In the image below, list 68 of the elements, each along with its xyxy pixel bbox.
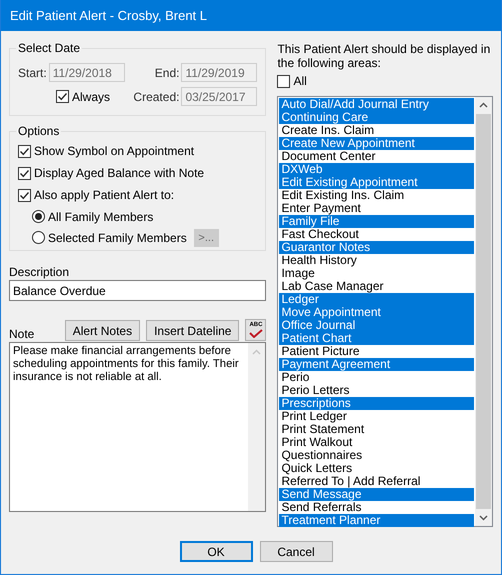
list-item[interactable]: Patient Chart (279, 332, 474, 345)
list-item[interactable]: Fast Checkout (279, 228, 474, 241)
list-item[interactable]: Health History (279, 254, 474, 267)
scroll-down-icon[interactable] (479, 515, 488, 521)
list-item[interactable]: Treatment Planner (279, 514, 474, 527)
list-item[interactable]: Payment Agreement (279, 358, 474, 371)
list-item[interactable]: Family File (279, 215, 474, 228)
list-item[interactable]: Prescriptions (279, 397, 474, 410)
description-field[interactable]: Balance Overdue (9, 280, 266, 301)
list-item[interactable]: Lab Case Manager (279, 280, 474, 293)
scrollbar-thumb[interactable] (476, 114, 491, 509)
list-item[interactable]: Print Ledger (279, 410, 474, 423)
list-item[interactable]: Questionnaires (279, 449, 474, 462)
dialog-button[interactable]: OK (180, 541, 252, 562)
list-item[interactable]: Edit Existing Appointment (279, 176, 474, 189)
list-item[interactable]: Move Appointment (279, 306, 474, 319)
list-item[interactable]: Enter Payment (279, 202, 474, 215)
checkbox-label: Show Symbol on Appointment (34, 144, 194, 158)
checkbox[interactable] (18, 166, 31, 180)
checkbox-label: Always (72, 90, 110, 104)
checkbox[interactable] (56, 90, 69, 103)
field-label: Start: (18, 66, 47, 80)
list-item[interactable]: Ledger (279, 293, 474, 306)
list-item[interactable]: Office Journal (279, 319, 474, 332)
checkbox[interactable] (18, 188, 31, 202)
list-item[interactable]: Print Walkout (279, 436, 474, 449)
list-item[interactable]: Edit Existing Ins. Claim (279, 189, 474, 202)
list-item[interactable]: Create Ins. Claim (279, 124, 474, 137)
list-item[interactable]: Perio Letters (279, 384, 474, 397)
group-title: Select Date (17, 41, 82, 55)
checkbox[interactable] (18, 144, 31, 158)
radio-button[interactable] (32, 231, 45, 244)
list-item[interactable]: Send Referrals (279, 501, 474, 514)
group-title: Options (17, 124, 60, 138)
list-item[interactable]: Print Statement (279, 423, 474, 436)
field-label: End: (154, 66, 180, 80)
toolbar-button[interactable]: Insert Dateline (146, 320, 240, 341)
list-item[interactable]: Continuing Care (279, 111, 474, 124)
toolbar-button[interactable]: Alert Notes (64, 320, 140, 341)
list-item[interactable]: Send Message (279, 488, 474, 501)
scrollbar[interactable] (248, 343, 266, 511)
list-item[interactable]: Image (279, 267, 474, 280)
list-item[interactable]: Auto Dial/Add Journal Entry (279, 98, 474, 111)
list-item[interactable]: Guarantor Notes (279, 241, 474, 254)
scrollbar[interactable] (475, 97, 492, 526)
list-item[interactable]: Patient Picture (279, 345, 474, 358)
checkbox[interactable] (277, 74, 290, 88)
window-title: Edit Patient Alert - Crosby, Brent L (10, 8, 208, 23)
field-label: Created: (133, 90, 180, 104)
check-mark-icon (248, 329, 263, 338)
list-item[interactable]: Referred To | Add Referral (279, 475, 474, 488)
list-item[interactable]: DXWeb (279, 163, 474, 176)
list-item[interactable]: Document Center (279, 150, 474, 163)
note-field[interactable]: Please make financial arrangements before scheduling appointments for this family. Their insurance is not reliable at all. (9, 342, 266, 512)
list-item[interactable]: Create New Appointment (279, 137, 474, 150)
checkbox-label: Also apply Patient Alert to: (34, 188, 174, 202)
list-item[interactable]: Perio (279, 371, 474, 384)
radio-button[interactable] (32, 210, 45, 223)
checkbox-label: All (293, 74, 307, 88)
radio-label: All Family Members (48, 210, 154, 224)
dialog-button[interactable]: Cancel (260, 541, 332, 562)
field-label: Note (9, 327, 34, 341)
scroll-up-icon[interactable] (479, 102, 488, 108)
field-label: Description (9, 265, 70, 279)
checkbox-label: Display Aged Balance with Note (34, 166, 204, 180)
list-item[interactable]: Quick Letters (279, 462, 474, 475)
instruction-text: This Patient Alert should be displayed in the following areas: (277, 42, 492, 70)
radio-label: Selected Family Members (48, 230, 187, 244)
